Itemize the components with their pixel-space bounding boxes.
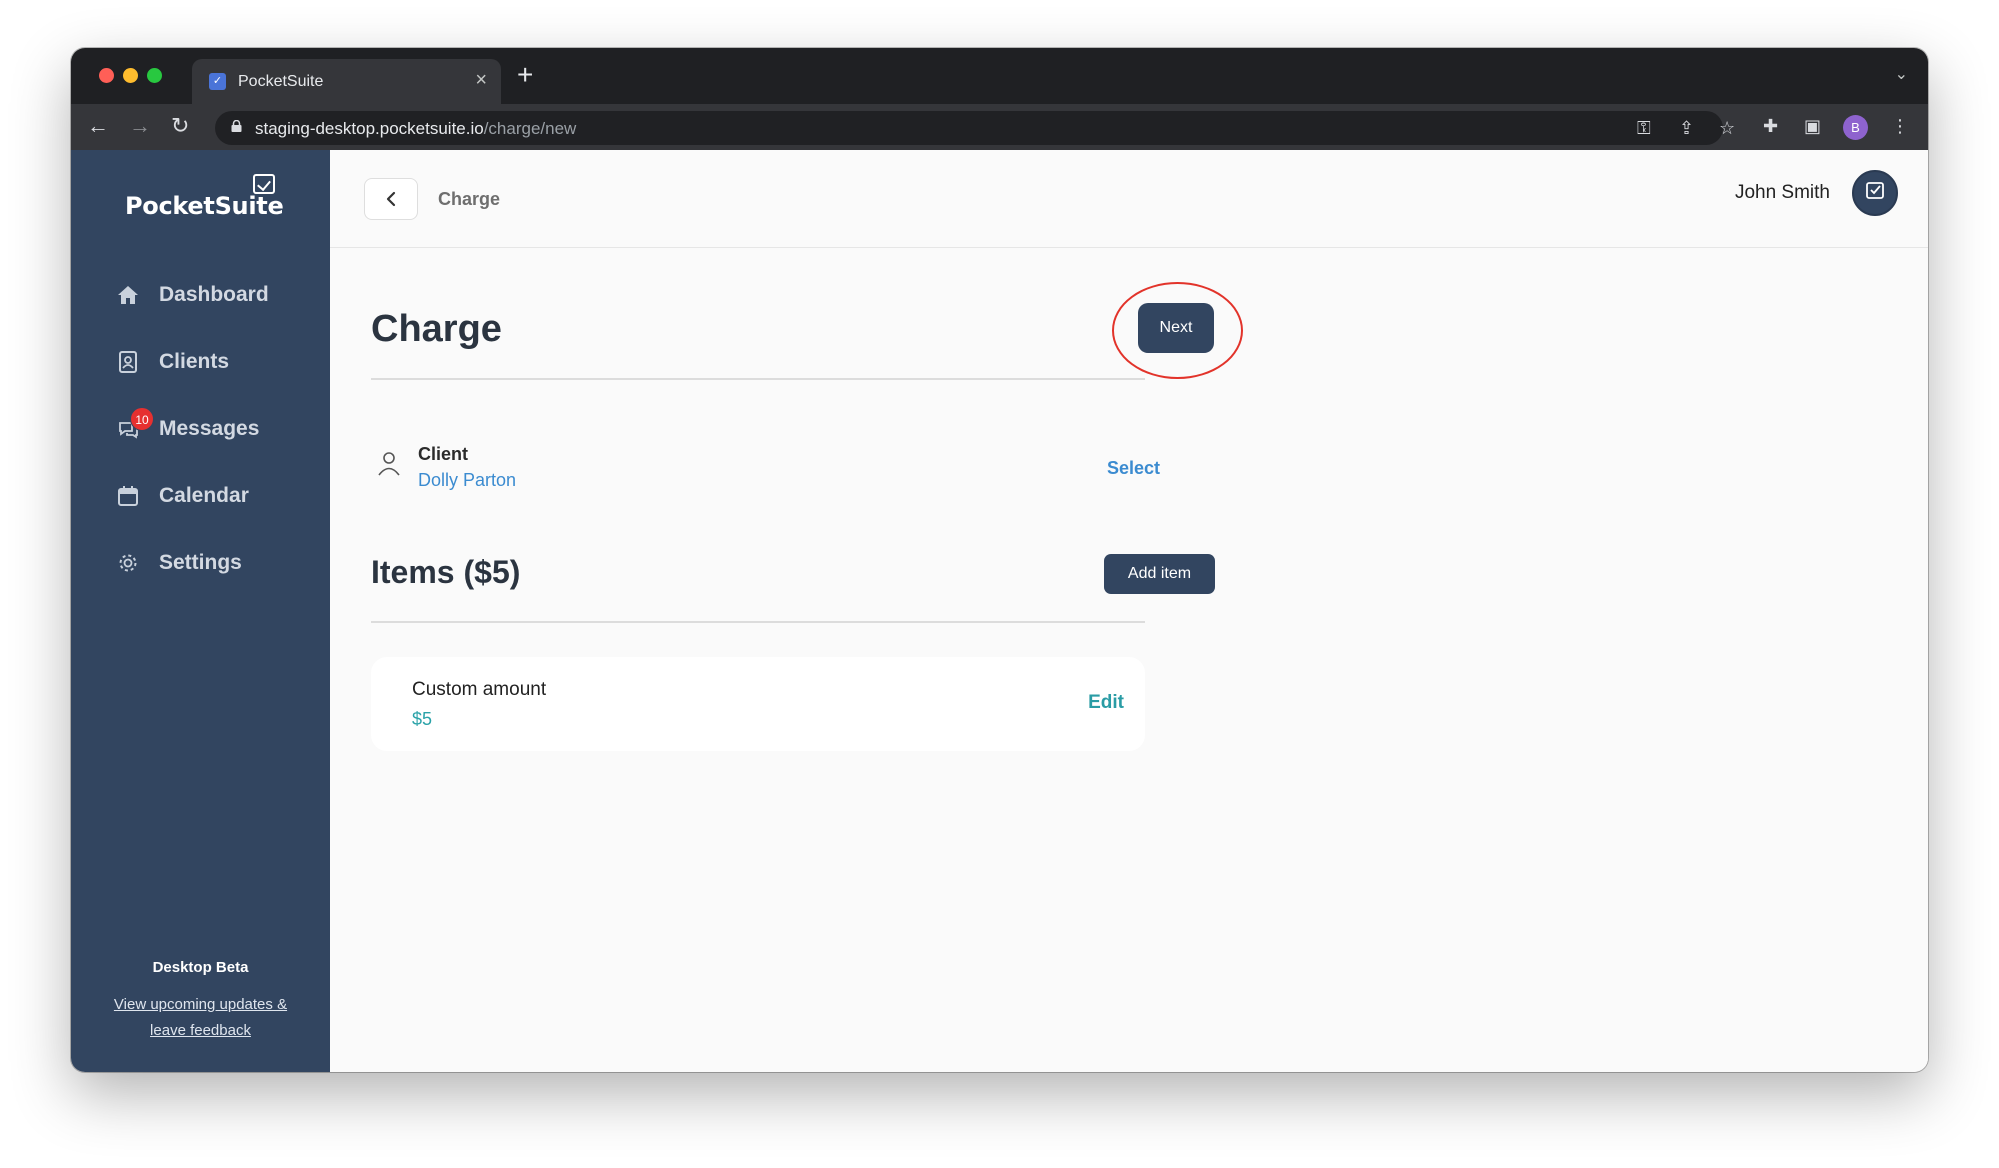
chat-bubbles-icon: 10 [117,407,154,440]
tab-strip: ✓ PocketSuite × + ⌄ [71,48,1928,104]
tab-close-icon[interactable]: × [475,70,487,90]
close-window-button[interactable] [99,68,114,83]
key-icon[interactable]: ⚿ [1637,119,1651,137]
page-title: Charge [371,308,502,350]
avatar[interactable] [1852,170,1898,216]
home-icon [118,286,138,304]
extensions-puzzle-icon[interactable]: ✚ [1763,115,1778,137]
sidebar: PocketSuite Dashboard Clients 10 Message… [71,150,330,1072]
new-tab-icon[interactable]: + [517,61,533,89]
client-name[interactable]: Dolly Parton [418,470,516,491]
feedback-link-line-1[interactable]: View upcoming updates & [71,992,330,1018]
sidebar-item-settings[interactable]: Settings [117,548,317,578]
minimize-window-button[interactable] [123,68,138,83]
sidebar-footer: Desktop Beta View upcoming updates & lea… [71,959,330,1044]
browser-tab[interactable]: ✓ PocketSuite × [192,59,501,104]
back-arrow-icon[interactable]: ← [87,112,109,140]
tab-search-chevron-icon[interactable]: ⌄ [1895,64,1908,84]
sidebar-item-dashboard[interactable]: Dashboard [117,280,317,310]
side-panel-icon[interactable]: ▣ [1804,115,1821,137]
main-content: Charge John Smith Charge Next Client Dol… [330,150,1928,1072]
gear-icon [119,554,137,572]
forward-arrow-icon[interactable]: → [129,112,151,140]
client-label: Client [418,444,469,464]
tab-title: PocketSuite [238,73,324,90]
feedback-link[interactable]: View upcoming updates & leave feedback [71,992,330,1044]
item-name: Custom amount [412,679,547,700]
sidebar-item-label: Clients [159,350,230,373]
profile-avatar[interactable]: B [1843,115,1868,140]
sidebar-item-label: Settings [159,551,242,574]
pocketsuite-logo[interactable]: PocketSuite [125,192,284,220]
item-price: $5 [412,709,433,729]
breadcrumb: Charge [438,189,501,209]
contact-card-icon [119,351,137,373]
unread-count-badge: 10 [130,407,154,431]
sidebar-item-calendar[interactable]: Calendar [117,481,317,511]
chevron-left-icon [386,191,396,207]
logo-check-icon [253,174,275,194]
app-root: PocketSuite Dashboard Clients 10 Message… [71,150,1928,1072]
more-vert-icon[interactable]: ⋮ [1891,115,1909,137]
highlight-annotation-circle [1112,282,1243,379]
lock-icon [231,120,242,132]
items-heading: Items ($5) [371,554,521,590]
person-icon [378,452,400,476]
favicon-icon: ✓ [209,73,226,90]
calendar-icon [118,486,138,506]
select-client-link[interactable]: Select [1107,458,1160,479]
maximize-window-button[interactable] [147,68,162,83]
address-bar[interactable]: staging-desktop.pocketsuite.io/charge/ne… [215,111,1735,145]
list-item: Custom amount $5 Edit [371,657,1145,751]
add-item-button[interactable]: Add item [1104,554,1215,594]
title-divider [371,378,1145,380]
url-text: staging-desktop.pocketsuite.io/charge/ne… [255,119,577,138]
reload-icon[interactable]: ↻ [171,112,189,140]
sidebar-item-label: Calendar [159,484,249,507]
browser-window: ✓ PocketSuite × + ⌄ ← → ↻ staging-deskto… [71,48,1928,1072]
user-name[interactable]: John Smith [1735,182,1830,204]
header-bar: Charge John Smith [330,150,1928,248]
sidebar-item-label: Messages [159,417,260,440]
avatar-check-icon [1866,182,1884,199]
feedback-link-line-2[interactable]: leave feedback [71,1018,330,1044]
sidebar-item-messages[interactable]: 10 Messages [117,407,317,444]
desktop-beta-title: Desktop Beta [152,959,249,976]
sidebar-item-clients[interactable]: Clients [117,347,317,377]
sidebar-item-label: Dashboard [159,283,269,306]
star-icon[interactable]: ☆ [1719,119,1735,137]
items-divider [371,621,1145,623]
browser-toolbar: ← → ↻ staging-desktop.pocketsuite.io/cha… [71,104,1928,150]
edit-item-link[interactable]: Edit [1088,692,1124,714]
back-button[interactable] [364,178,418,220]
share-icon[interactable]: ⇪ [1679,119,1694,137]
